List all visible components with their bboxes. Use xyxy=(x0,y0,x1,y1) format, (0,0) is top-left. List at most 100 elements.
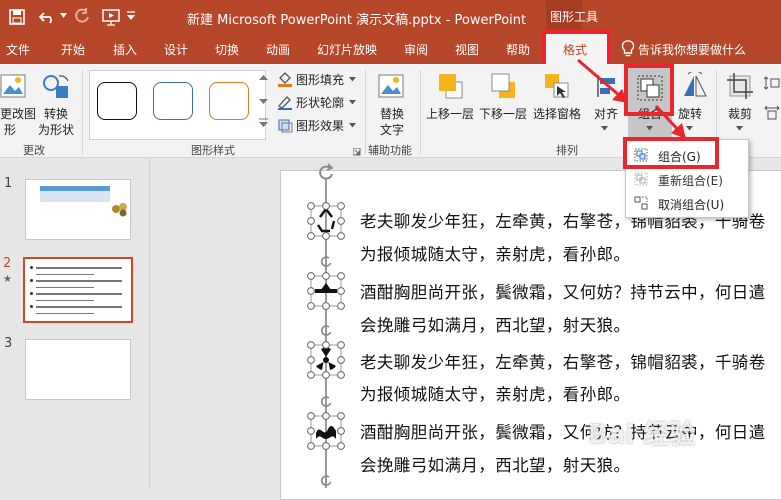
group-separator xyxy=(365,70,366,154)
alt-text-label-2: 文字 xyxy=(380,123,405,137)
rotate-handle-icon[interactable] xyxy=(319,395,333,409)
bring-forward-label[interactable]: 上移一层 xyxy=(426,106,474,122)
chevron-down-icon[interactable] xyxy=(349,123,356,128)
thumbnail-text-line xyxy=(36,273,94,276)
shape-outline-icon[interactable] xyxy=(277,94,293,110)
group-separator xyxy=(82,70,83,154)
shape-width-icon[interactable] xyxy=(764,106,780,120)
shape-effects-icon[interactable] xyxy=(277,117,293,133)
watermark: Bai 经验 xyxy=(588,420,696,450)
rotate-handle-icon[interactable] xyxy=(319,324,333,338)
shape-outline-label[interactable]: 形状轮廓 xyxy=(296,95,344,111)
title-bar: 新建 Microsoft PowerPoint 演示文稿.pptx - Powe… xyxy=(0,0,781,34)
selected-shape-recycle[interactable] xyxy=(304,199,348,243)
selected-shape-arrow[interactable] xyxy=(304,269,348,313)
thumbnail-text-lines xyxy=(30,265,128,317)
chevron-down-icon[interactable] xyxy=(349,100,356,105)
menu-item-regroup[interactable]: 重新组合(E) xyxy=(626,168,748,190)
menu-item-regroup-label: 重新组合(E) xyxy=(658,174,723,188)
shape-height-icon[interactable] xyxy=(764,76,780,90)
rotate-handle-icon[interactable] xyxy=(319,474,333,488)
thumbnail-picture-icon xyxy=(112,203,127,217)
thumbnail-table-body xyxy=(40,191,110,202)
alt-text-label-1: 替换 xyxy=(380,107,405,121)
tab-design[interactable]: 设计 xyxy=(164,41,188,58)
tab-slide-show[interactable]: 幻灯片放映 xyxy=(317,41,377,58)
group-separator xyxy=(420,70,421,154)
tab-help[interactable]: 帮助 xyxy=(506,41,530,58)
tab-review[interactable]: 审阅 xyxy=(404,41,428,58)
annotation-arrows xyxy=(577,58,686,139)
convert-label-2: 为形状 xyxy=(38,123,75,137)
slide-text-line[interactable]: 会挽雕弓如满月，西北望，射天狼。 xyxy=(360,312,630,336)
selected-shape-wave[interactable] xyxy=(304,409,348,453)
tab-view[interactable]: 视图 xyxy=(455,41,479,58)
slide-text-line[interactable]: 为报倾城随太守，亲射虎，看孙郎。 xyxy=(360,241,630,265)
tab-file[interactable]: 文件 xyxy=(6,41,30,58)
slide-text-line[interactable]: 为报倾城随太守，亲射虎，看孙郎。 xyxy=(360,381,630,405)
shape-style-gallery xyxy=(89,70,266,140)
gallery-down-icon[interactable] xyxy=(259,98,268,105)
convert-label-1: 转换 xyxy=(44,107,69,121)
menu-item-ungroup-label: 取消组合(U) xyxy=(658,198,725,212)
rotate-handle-icon[interactable] xyxy=(319,255,333,269)
crop-label[interactable]: 裁剪 xyxy=(728,106,752,122)
shape-fill-label[interactable]: 图形填充 xyxy=(296,72,344,88)
change-group-label: 更改 xyxy=(23,144,45,157)
send-backward-label[interactable]: 下移一层 xyxy=(479,106,527,122)
change-picture-label-2: 形 xyxy=(4,123,17,137)
change-picture-label-1: 更改图 xyxy=(0,107,37,121)
tab-home[interactable]: 开始 xyxy=(61,41,85,58)
shape-fill-icon[interactable] xyxy=(277,71,293,87)
selected-shape-radiation[interactable] xyxy=(304,338,348,382)
slide-text-line[interactable]: 会挽雕弓如满月，西北望，射天狼。 xyxy=(360,452,630,476)
shape-styles-group-label: 图形样式 xyxy=(191,144,235,157)
bring-forward-icon[interactable] xyxy=(437,72,465,100)
shape-effects-label[interactable]: 图形效果 xyxy=(296,118,344,134)
thumbnail-text-line xyxy=(36,280,122,282)
thumbnail-text-line xyxy=(36,312,94,315)
chevron-down-icon[interactable] xyxy=(736,126,743,131)
send-backward-icon[interactable] xyxy=(490,72,518,100)
alt-text-icon[interactable] xyxy=(377,72,407,102)
menu-item-ungroup[interactable]: 取消组合(U) xyxy=(626,192,748,214)
tab-transitions[interactable]: 切换 xyxy=(215,41,239,58)
style-swatch-black[interactable] xyxy=(97,82,137,120)
chevron-down-icon[interactable] xyxy=(60,13,67,19)
change-picture-icon[interactable] xyxy=(0,72,30,102)
tab-animations[interactable]: 动画 xyxy=(266,41,290,58)
style-swatch-blue[interactable] xyxy=(153,82,193,120)
thumbnail-text-line xyxy=(36,293,122,295)
selection-pane-icon[interactable] xyxy=(543,72,571,100)
slide-text-line[interactable]: 酒酣胸胆尚开张，鬓微霜，又何妨？持节云中，何日遣 xyxy=(360,279,766,303)
style-swatch-orange[interactable] xyxy=(209,82,249,120)
thumbnail-shape-dot xyxy=(30,292,33,295)
slide-text-line[interactable]: 老夫聊发少年狂，左牵黄，右擎苍，锦帽貂裘，千骑卷 xyxy=(360,349,766,373)
gallery-more-icon[interactable] xyxy=(259,118,268,128)
undo-icon[interactable] xyxy=(39,9,57,25)
ungroup-icon xyxy=(634,196,648,210)
rotate-handle-icon[interactable] xyxy=(316,163,336,183)
document-title: 新建 Microsoft PowerPoint 演示文稿.pptx - Powe… xyxy=(187,13,527,28)
slide-number-2: 2 xyxy=(3,256,12,271)
slide-thumbnail-1[interactable] xyxy=(25,179,131,240)
drawing-tools-label: 图形工具 xyxy=(550,10,599,24)
regroup-icon xyxy=(634,172,648,186)
thumbnail-text-line xyxy=(36,299,94,302)
gallery-up-icon[interactable] xyxy=(259,74,268,81)
start-from-beginning-icon[interactable] xyxy=(102,8,122,26)
crop-icon[interactable] xyxy=(726,72,754,100)
thumbnail-text-line xyxy=(36,267,122,269)
tab-insert[interactable]: 插入 xyxy=(113,41,137,58)
animation-star-icon: ★ xyxy=(3,274,12,285)
thumbnail-shape-dot xyxy=(30,305,33,308)
redo-icon[interactable] xyxy=(74,8,90,24)
customize-toolbar-icon[interactable] xyxy=(127,11,135,21)
save-icon[interactable] xyxy=(9,9,25,25)
dialog-launcher-icon[interactable] xyxy=(353,148,361,156)
chevron-down-icon[interactable] xyxy=(349,77,356,82)
convert-to-shape-icon[interactable] xyxy=(42,72,72,102)
slide-text-line[interactable]: 酒酣胸胆尚开张，鬓微霜，又何妨？持节云中，何日遣 xyxy=(360,419,766,443)
slide-thumbnail-3[interactable] xyxy=(25,339,131,400)
slide-thumbnail-2[interactable] xyxy=(23,257,133,323)
